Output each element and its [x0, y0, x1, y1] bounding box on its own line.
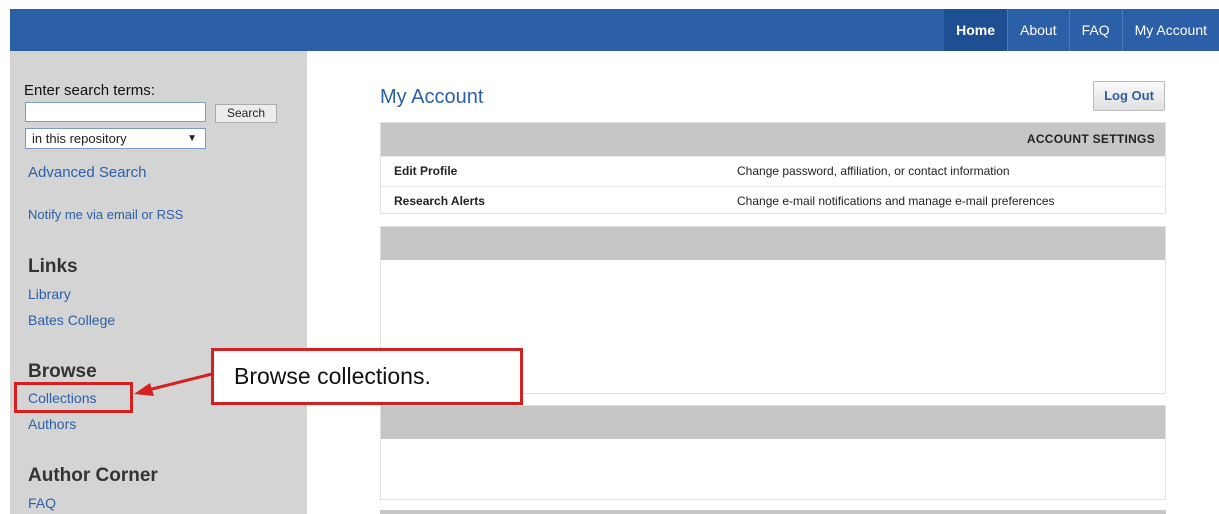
- settings-row: Research Alerts Change e-mail notificati…: [381, 186, 1165, 216]
- search-input[interactable]: [25, 102, 206, 122]
- notify-link[interactable]: Notify me via email or RSS: [28, 207, 183, 222]
- nav-about[interactable]: About: [1007, 9, 1069, 51]
- account-settings-panel: ACCOUNT SETTINGS Edit Profile Change pas…: [380, 122, 1166, 214]
- settings-row: Edit Profile Change password, affiliatio…: [381, 156, 1165, 186]
- nav-faq[interactable]: FAQ: [1068, 9, 1122, 51]
- edit-profile-description: Change password, affiliation, or contact…: [737, 164, 1010, 178]
- account-settings-header: ACCOUNT SETTINGS: [381, 123, 1165, 156]
- callout-text: Browse collections.: [234, 363, 431, 389]
- callout-arrow-icon: [134, 372, 213, 396]
- page-title: My Account: [380, 86, 484, 108]
- collections-highlight-box: [14, 382, 133, 413]
- advanced-search-link[interactable]: Advanced Search: [28, 164, 146, 181]
- nav-my-account[interactable]: My Account: [1121, 9, 1219, 51]
- sidebar-link-library[interactable]: Library: [28, 286, 71, 302]
- empty-panel-2: [380, 405, 1166, 500]
- sidebar-link-faq[interactable]: FAQ: [28, 495, 56, 511]
- search-label: Enter search terms:: [24, 82, 155, 99]
- panel-3-header-edge: [380, 510, 1166, 514]
- top-nav: Home About FAQ My Account: [944, 9, 1219, 51]
- research-alerts-description: Change e-mail notifications and manage e…: [737, 194, 1055, 208]
- sidebar-link-bates-college[interactable]: Bates College: [28, 312, 115, 328]
- browse-heading: Browse: [28, 361, 97, 382]
- nav-home[interactable]: Home: [944, 9, 1008, 51]
- search-scope-select[interactable]: in this repository ▼: [25, 128, 206, 149]
- sidebar-link-authors[interactable]: Authors: [28, 416, 76, 432]
- caret-down-icon: ▼: [187, 133, 197, 144]
- callout-box: Browse collections.: [211, 348, 523, 405]
- author-corner-heading: Author Corner: [28, 465, 158, 486]
- links-heading: Links: [28, 256, 78, 277]
- search-scope-value: in this repository: [32, 131, 127, 146]
- top-nav-bar: Home About FAQ My Account: [10, 9, 1219, 51]
- account-settings-title: ACCOUNT SETTINGS: [1026, 132, 1155, 146]
- empty-panel-1-header: [381, 227, 1165, 260]
- research-alerts-link[interactable]: Research Alerts: [394, 187, 485, 216]
- sidebar: Enter search terms: Search in this repos…: [10, 51, 307, 514]
- search-button[interactable]: Search: [215, 104, 277, 123]
- empty-panel-2-header: [381, 406, 1165, 439]
- logout-button[interactable]: Log Out: [1093, 81, 1165, 111]
- edit-profile-link[interactable]: Edit Profile: [394, 157, 457, 186]
